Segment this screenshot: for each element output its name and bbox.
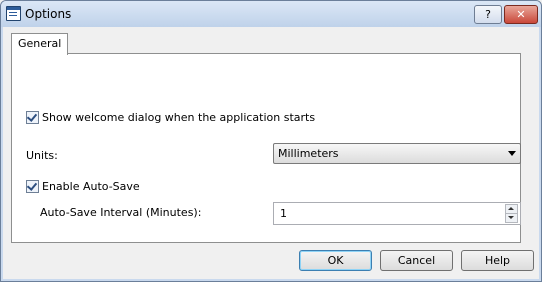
units-label: Units: <box>26 149 58 162</box>
title-bar[interactable]: Options ? ✕ <box>1 1 541 27</box>
units-select[interactable]: Millimeters <box>273 143 521 164</box>
ok-button[interactable]: OK <box>299 250 372 271</box>
window-title: Options <box>25 7 72 21</box>
spin-down-icon[interactable] <box>505 213 518 223</box>
options-dialog: Options ? ✕ General Show welcome dialog … <box>0 0 542 282</box>
general-tab-panel: Show welcome dialog when the application… <box>11 53 521 243</box>
dialog-client-area: General Show welcome dialog when the app… <box>3 27 539 279</box>
units-selected-value: Millimeters <box>278 147 339 160</box>
check-icon <box>26 111 38 122</box>
auto-save-interval-stepper[interactable]: 1 <box>273 202 521 225</box>
chevron-down-icon[interactable] <box>508 151 516 156</box>
auto-save-interval-value[interactable]: 1 <box>280 207 287 220</box>
show-welcome-checkbox[interactable] <box>26 111 39 124</box>
close-button[interactable]: ✕ <box>504 5 538 24</box>
tab-general[interactable]: General <box>11 33 69 55</box>
help-caption-button[interactable]: ? <box>474 5 502 24</box>
auto-save-interval-label: Auto-Save Interval (Minutes): <box>40 206 202 219</box>
cancel-button[interactable]: Cancel <box>380 250 453 271</box>
help-button[interactable]: Help <box>461 250 534 271</box>
check-icon <box>26 180 38 191</box>
auto-save-checkbox[interactable] <box>26 180 39 193</box>
options-app-icon <box>6 6 21 21</box>
auto-save-label[interactable]: Enable Auto-Save <box>42 180 140 193</box>
show-welcome-label[interactable]: Show welcome dialog when the application… <box>42 111 315 124</box>
